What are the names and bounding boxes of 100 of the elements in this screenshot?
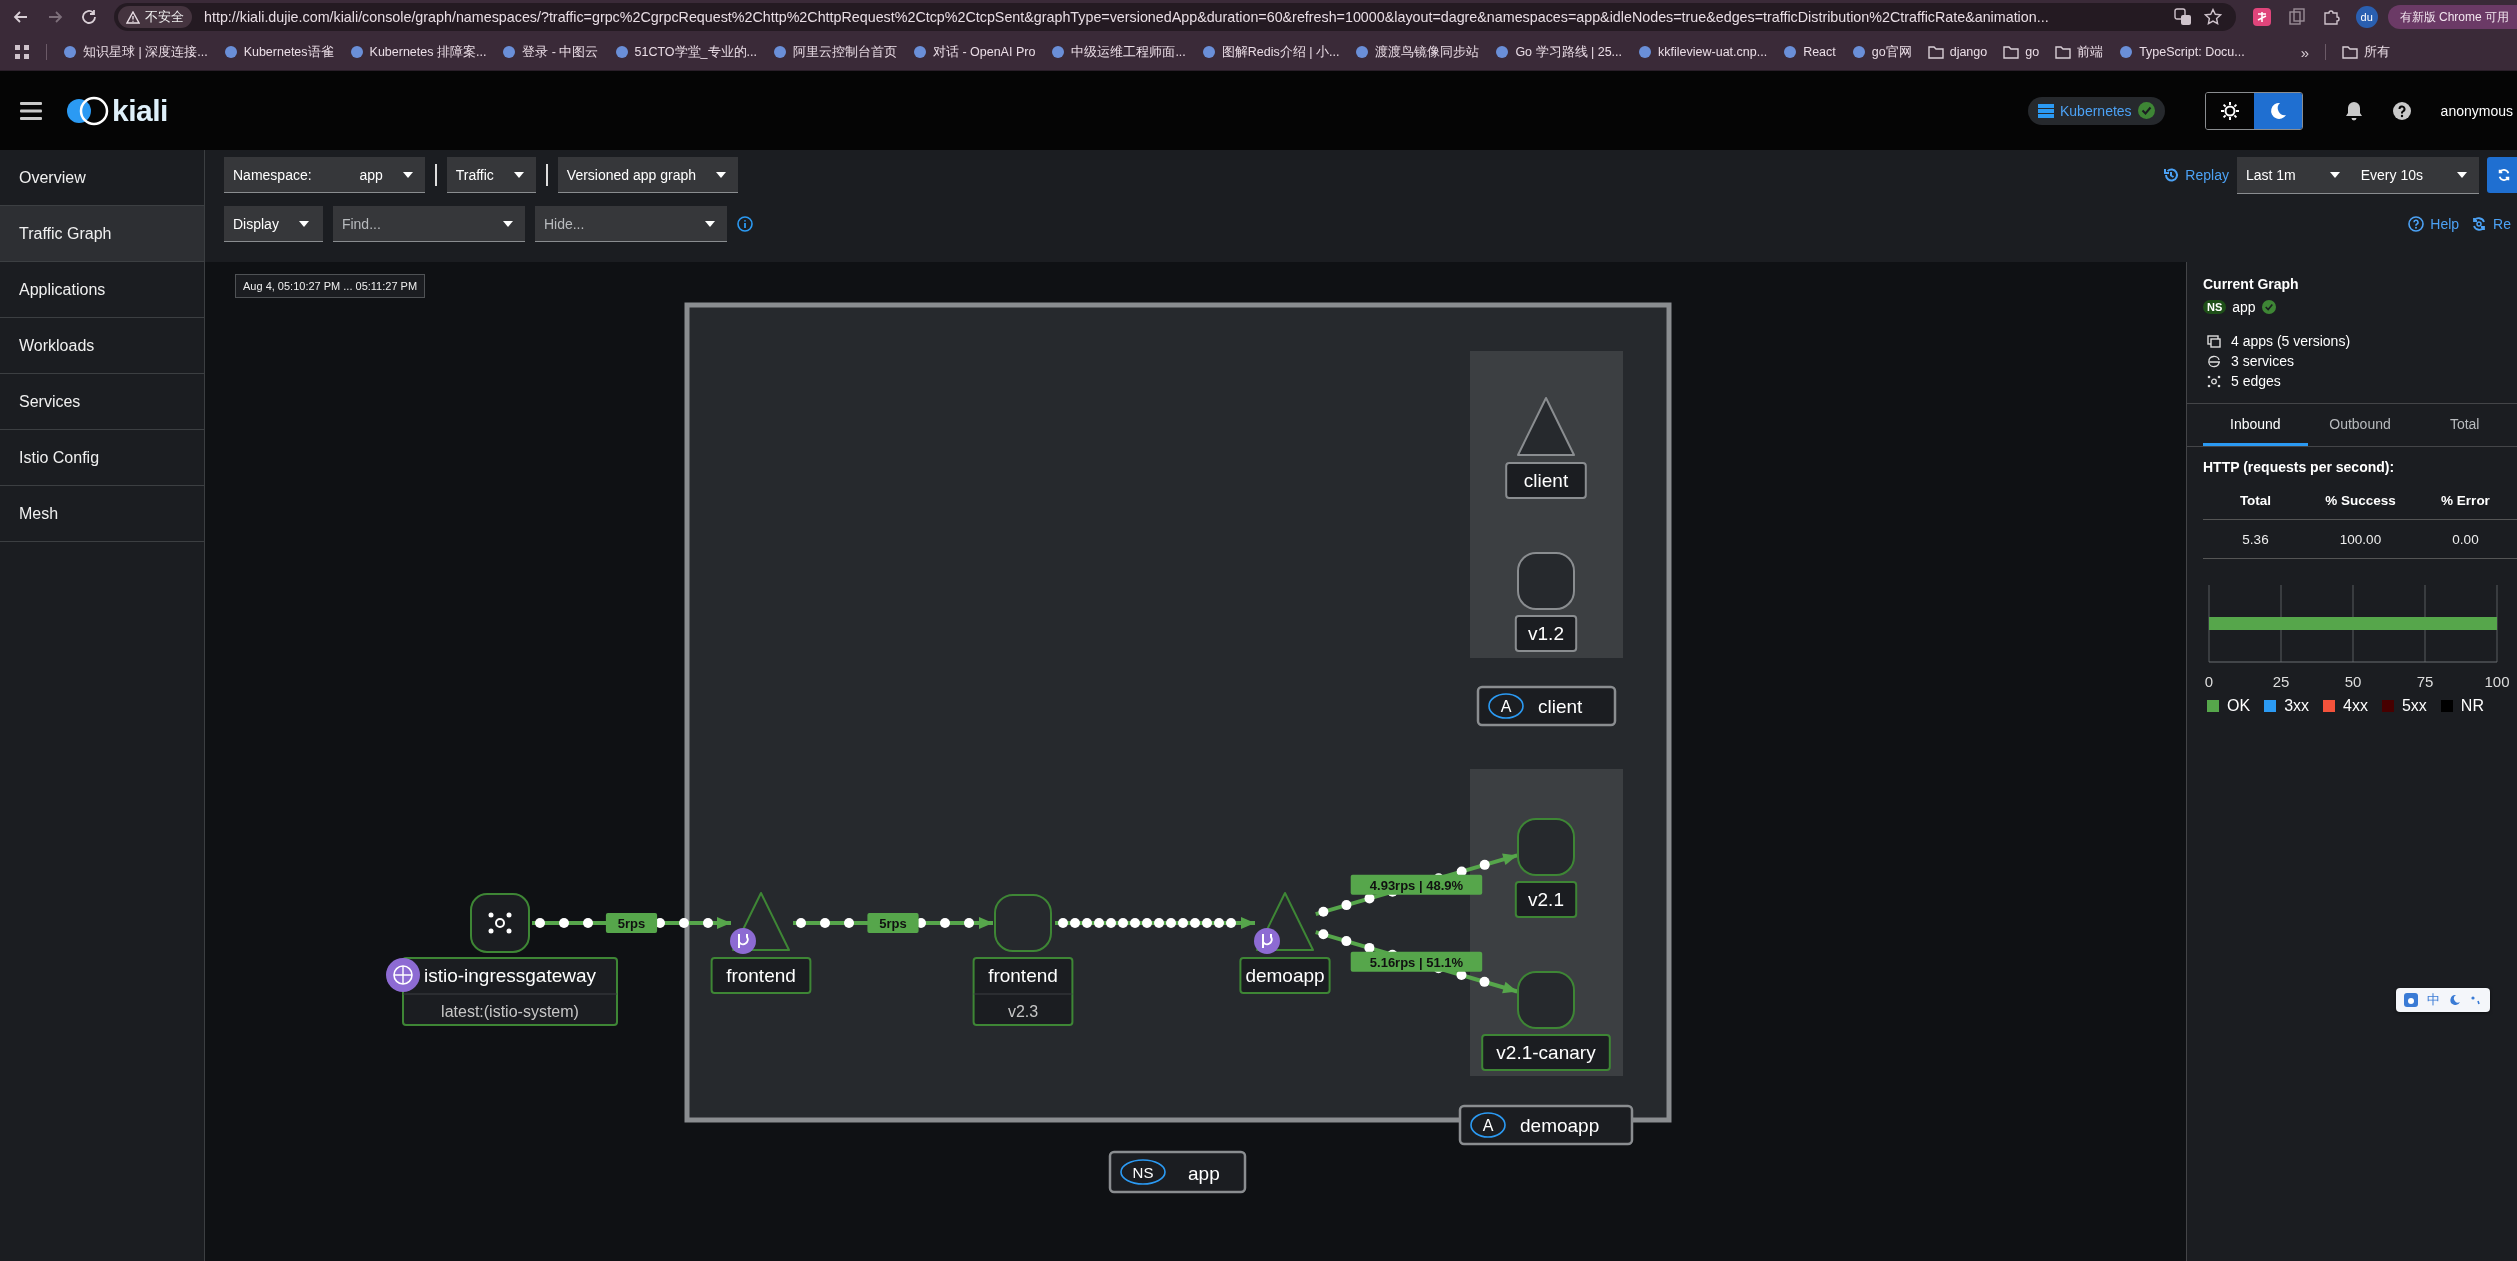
bookmark[interactable]: go — [2003, 45, 2040, 59]
caret-icon — [298, 220, 309, 227]
more-bookmarks-button[interactable]: » — [2300, 43, 2310, 61]
graph-type-dropdown[interactable]: Versioned app graph — [557, 157, 739, 193]
gateway-node[interactable] — [470, 893, 530, 953]
theme-toggle[interactable] — [2253, 92, 2302, 129]
workload-node[interactable] — [1517, 552, 1575, 610]
site-icon — [502, 45, 517, 59]
caret-icon — [513, 171, 524, 178]
node-label-background — [1514, 615, 1578, 652]
folder-icon — [2342, 45, 2359, 59]
sun-icon — [2219, 100, 2240, 121]
node-sublabel: latest:(istio-system) — [441, 1003, 579, 1020]
translate-icon[interactable] — [2173, 8, 2192, 26]
security-chip[interactable]: 不安全 — [118, 6, 192, 28]
table-cell-text: 5.36 — [2241, 531, 2270, 547]
namespace-badge: NS — [1120, 1159, 1166, 1185]
security-label: 不安全 — [145, 8, 184, 26]
nav-item[interactable]: Traffic Graph — [0, 206, 204, 262]
bookmark[interactable]: 渡渡鸟镜像同步站 — [1355, 43, 1480, 61]
paw-icon — [2404, 993, 2418, 1007]
replay-link[interactable]: Replay — [2163, 167, 2229, 183]
server-icon — [2038, 102, 2054, 119]
all-bookmarks-folder[interactable]: 所有 — [2342, 43, 2391, 61]
caret-icon[interactable] — [704, 221, 715, 227]
namespace-badge: NS — [2203, 300, 2227, 314]
help-icon — [2408, 216, 2425, 232]
site-icon — [1783, 45, 1798, 59]
logo-icon — [66, 95, 110, 126]
panel-tab[interactable]: Outbound — [2307, 404, 2413, 446]
bookmark[interactable]: Go 学习路线 | 25... — [1495, 43, 1623, 61]
axis-tick-label: 100 — [2484, 673, 2510, 690]
profile-avatar[interactable]: du — [2355, 6, 2378, 28]
topology-icon — [2207, 374, 2221, 388]
reload-icon[interactable] — [80, 8, 98, 26]
refresh-icon — [2497, 167, 2511, 183]
bookmark[interactable]: React — [1783, 45, 1836, 59]
bookmark[interactable]: 对话 - OpenAI Pro — [912, 43, 1036, 61]
star-icon[interactable] — [2203, 8, 2222, 26]
refresh-button[interactable] — [2487, 157, 2517, 193]
site-icon — [2119, 45, 2134, 59]
workload-node[interactable] — [994, 894, 1052, 952]
bookmark[interactable]: go官网 — [1851, 43, 1912, 61]
caret-icon — [2329, 171, 2340, 178]
update-chrome-button[interactable]: 有新版 Chrome 可用 — [2387, 5, 2517, 29]
input-method-toolbar[interactable]: 中 — [2396, 988, 2490, 1012]
bookmark[interactable]: 阿里云控制台首页 — [772, 43, 897, 61]
workload-node[interactable] — [1517, 971, 1575, 1029]
bookmark[interactable]: 中级运维工程师面... — [1051, 43, 1186, 61]
menu-icon[interactable] — [20, 101, 42, 120]
find-field[interactable]: Find... — [332, 206, 525, 242]
app-node[interactable] — [1517, 397, 1575, 456]
bookmark[interactable]: 图解Redis介绍 | 小... — [1201, 43, 1340, 61]
node-label: v1.2 — [1528, 623, 1564, 644]
bookmark[interactable]: django — [1927, 45, 1988, 59]
hide-field[interactable]: Hide... — [534, 206, 727, 242]
panel-tab[interactable]: Inbound — [2203, 404, 2308, 446]
apps-grid-icon[interactable] — [14, 44, 30, 60]
history-icon — [2163, 167, 2180, 183]
site-icon — [614, 45, 629, 59]
extension-icon[interactable] — [2251, 7, 2272, 27]
node-label: v2.1-canary — [1496, 1042, 1596, 1063]
bell-icon[interactable] — [2344, 100, 2363, 121]
moon-icon — [2449, 994, 2461, 1006]
bookmark[interactable]: kkfileview-uat.cnp... — [1638, 45, 1768, 59]
check-icon — [2261, 300, 2276, 314]
address-bar[interactable] — [114, 3, 2236, 31]
reset-link[interactable]: Re — [2471, 216, 2511, 232]
section-title: HTTP (requests per second): — [2203, 459, 2396, 475]
folder-icon — [2003, 45, 2020, 59]
info-icon[interactable] — [736, 216, 753, 232]
namespace-dropdown[interactable]: Namespace: app — [224, 157, 425, 193]
panel-tab[interactable]: Total — [2412, 404, 2517, 446]
legend-label: 4xx — [2343, 697, 2368, 715]
bookmark[interactable]: Kubernetes语雀 — [223, 43, 334, 61]
traffic-dropdown[interactable]: Traffic — [446, 157, 536, 193]
display-dropdown[interactable]: Display — [224, 206, 323, 242]
bookmark[interactable]: 51CTO学堂_专业的... — [614, 43, 757, 61]
help-link[interactable]: Help — [2408, 216, 2460, 232]
caret-icon — [716, 171, 727, 178]
node-label: demoapp — [1245, 965, 1325, 986]
bookmark[interactable]: 前端 — [2055, 43, 2104, 61]
bookmark[interactable]: 登录 - 中图云 — [502, 43, 599, 61]
app-badge: A — [1488, 693, 1524, 719]
globe-badge — [386, 958, 420, 992]
table-cell-text: 0.00 — [2451, 531, 2480, 547]
traffic-edge[interactable] — [1055, 917, 1255, 929]
tab-search-icon[interactable] — [2287, 8, 2306, 26]
url-text: http://kiali.dujie.com/kiali/console/graph/namespaces/?traffic=grpc%2CgrpcRequest%2Chttp%2ChttpRequest%2Ctcp%2CtcpSent&graphType=versionedApp&duration=60&refresh=10000&layout=dagre&namespaces=app&idleNodes=true&edges=trafficDistribution%2CtrafficRate&animation... — [204, 9, 2050, 25]
bookmark[interactable]: 知识星球 | 深度连接... — [63, 43, 208, 61]
help-icon[interactable] — [2392, 101, 2411, 120]
bookmark[interactable]: TypeScript: Docu... — [2119, 45, 2245, 59]
workload-node[interactable] — [1517, 818, 1575, 876]
caret-icon[interactable] — [502, 221, 513, 227]
site-icon — [1851, 45, 1866, 59]
site-icon — [223, 45, 238, 59]
bookmark[interactable]: Kubernetes 排障案... — [349, 43, 487, 61]
user-menu[interactable]: anonymous — [2440, 102, 2513, 119]
puzzle-icon[interactable] — [2321, 8, 2340, 26]
logo-text: kiali — [112, 93, 168, 128]
